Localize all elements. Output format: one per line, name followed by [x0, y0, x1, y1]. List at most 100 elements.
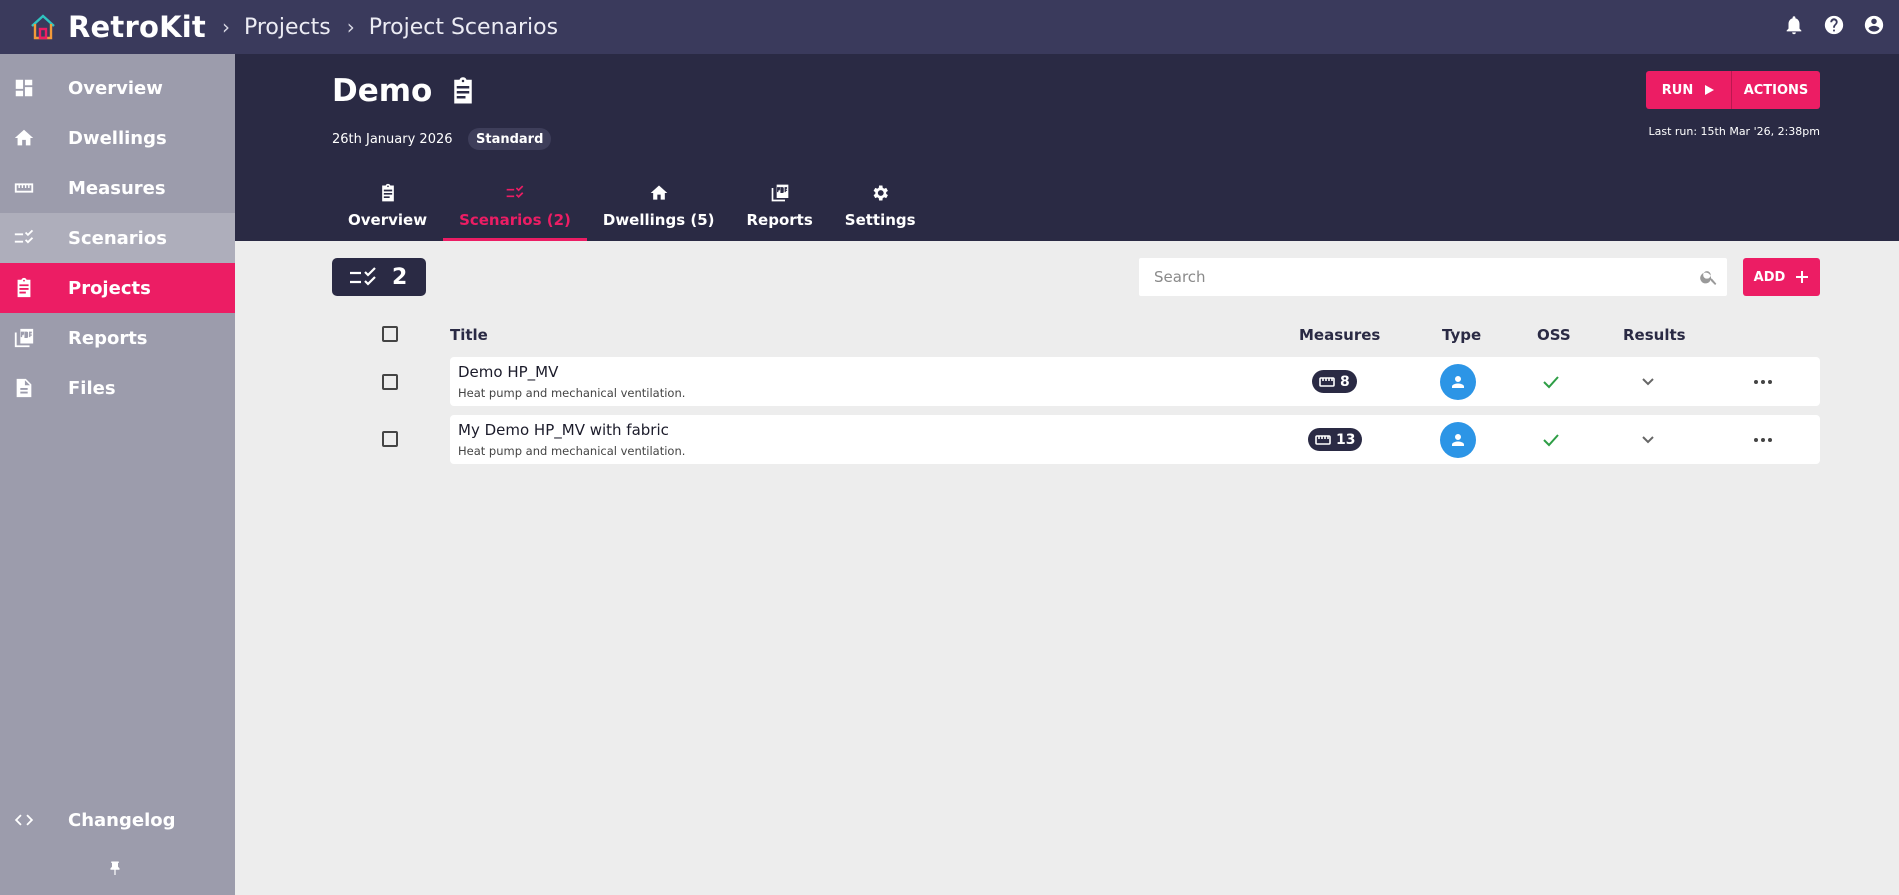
measures-count: 8 — [1340, 373, 1350, 390]
breadcrumb-project-scenarios: Project Scenarios — [368, 14, 559, 40]
person-icon — [1452, 434, 1464, 446]
search-field — [1139, 258, 1727, 296]
plus-icon — [1796, 271, 1809, 283]
sidebar-item-label: Overview — [68, 77, 163, 99]
more-options-icon[interactable] — [1753, 431, 1775, 449]
column-header-measures[interactable]: Measures — [1299, 326, 1380, 344]
scenario-description: Heat pump and mechanical ventilation. — [458, 444, 686, 458]
row-checkbox[interactable] — [382, 374, 398, 390]
person-icon — [1452, 376, 1464, 388]
column-header-type[interactable]: Type — [1442, 326, 1481, 344]
run-button-label: RUN — [1661, 82, 1694, 98]
last-run-text: Last run: 15th Mar '26, 2:38pm — [1648, 125, 1820, 138]
project-date: 26th January 2026 — [332, 132, 453, 147]
tab-label: Overview — [348, 211, 428, 229]
sidebar-item-label: Measures — [68, 177, 166, 199]
run-actions-group: RUN ACTIONS — [1646, 71, 1820, 109]
home-icon — [649, 182, 669, 204]
bell-icon[interactable] — [1781, 12, 1807, 38]
pdf-icon — [770, 182, 790, 204]
chevron-down-icon[interactable] — [1640, 373, 1658, 391]
sidebar: Overview Dwellings Measures Scenarios Pr… — [0, 54, 235, 895]
sidebar-item-label: Files — [68, 377, 116, 399]
measures-count-badge[interactable]: 8 — [1312, 370, 1357, 393]
measures-count: 13 — [1336, 431, 1356, 448]
scenario-count-chip: 2 — [332, 258, 426, 296]
sidebar-item-overview[interactable]: Overview — [0, 63, 235, 113]
add-scenario-button[interactable]: ADD — [1743, 258, 1820, 296]
project-title: Demo — [332, 73, 433, 109]
sidebar-item-projects[interactable]: Projects — [0, 263, 235, 313]
scenario-title[interactable]: Demo HP_MV — [458, 363, 558, 381]
sidebar-item-label: Dwellings — [68, 127, 167, 149]
chevron-down-icon[interactable] — [1640, 431, 1658, 449]
pin-icon[interactable] — [106, 860, 126, 880]
app-name: RetroKit — [68, 10, 206, 44]
ruler-icon — [12, 176, 36, 200]
ruler-icon — [1319, 376, 1335, 387]
oss-check-icon — [1541, 430, 1561, 450]
clipboard-icon — [378, 182, 398, 204]
app-logo[interactable]: RetroKit — [28, 10, 206, 44]
tab-reports[interactable]: Reports — [731, 179, 829, 241]
sidebar-item-reports[interactable]: Reports — [0, 313, 235, 363]
clipboard-icon — [454, 77, 473, 104]
sidebar-item-label: Reports — [68, 327, 148, 349]
sidebar-item-scenarios[interactable]: Scenarios — [0, 213, 235, 263]
column-header-title[interactable]: Title — [450, 326, 488, 344]
tab-label: Reports — [746, 211, 813, 229]
tab-label: Settings — [844, 211, 916, 229]
sidebar-item-dwellings[interactable]: Dwellings — [0, 113, 235, 163]
table-row[interactable]: My Demo HP_MV with fabric Heat pump and … — [450, 415, 1820, 464]
table-row[interactable]: Demo HP_MV Heat pump and mechanical vent… — [450, 357, 1820, 406]
project-tabs: Overview Scenarios (2) Dwellings (5) Rep… — [332, 179, 932, 241]
pdf-icon — [12, 326, 36, 350]
oss-check-icon — [1541, 372, 1561, 392]
status-badge: Standard — [468, 128, 552, 150]
type-user-avatar — [1440, 364, 1476, 400]
home-icon — [12, 126, 36, 150]
row-checkbox[interactable] — [382, 431, 398, 447]
actions-button[interactable]: ACTIONS — [1732, 71, 1820, 109]
type-user-avatar — [1440, 422, 1476, 458]
tab-settings[interactable]: Settings — [829, 179, 932, 241]
sidebar-item-files[interactable]: Files — [0, 363, 235, 413]
sidebar-item-label: Scenarios — [68, 227, 167, 249]
search-input[interactable] — [1139, 258, 1659, 296]
code-icon — [12, 808, 36, 832]
breadcrumb-separator: › — [221, 15, 230, 39]
top-bar: RetroKit › Projects › Project Scenarios — [0, 0, 1899, 54]
add-button-label: ADD — [1753, 269, 1786, 285]
tab-overview[interactable]: Overview — [332, 179, 443, 241]
account-icon[interactable] — [1861, 12, 1887, 38]
dashboard-icon — [12, 76, 36, 100]
page-title: Demo — [332, 73, 478, 109]
project-header: Demo 26th January 2026 Standard RUN ACTI… — [235, 54, 1899, 241]
breadcrumb-projects[interactable]: Projects — [244, 15, 331, 40]
run-button[interactable]: RUN — [1646, 71, 1732, 109]
tab-scenarios[interactable]: Scenarios (2) — [443, 179, 587, 241]
column-header-oss[interactable]: OSS — [1537, 326, 1571, 344]
search-icon[interactable] — [1699, 267, 1719, 287]
clipboard-icon — [12, 276, 36, 300]
sidebar-item-label: Changelog — [68, 809, 176, 831]
checklist-icon — [12, 226, 36, 250]
column-header-results[interactable]: Results — [1623, 326, 1686, 344]
help-icon[interactable] — [1821, 12, 1847, 38]
breadcrumb-separator: › — [346, 15, 355, 39]
measures-count-badge[interactable]: 13 — [1308, 428, 1363, 451]
play-icon — [1705, 85, 1715, 95]
sidebar-item-measures[interactable]: Measures — [0, 163, 235, 213]
checklist-icon — [505, 182, 525, 204]
select-all-checkbox[interactable] — [382, 326, 398, 342]
tab-label: Scenarios (2) — [459, 211, 571, 229]
retrokit-logo-icon — [31, 14, 55, 40]
scenario-count: 2 — [392, 264, 408, 290]
scenario-title[interactable]: My Demo HP_MV with fabric — [458, 421, 669, 439]
more-options-icon[interactable] — [1753, 373, 1775, 391]
sidebar-item-changelog[interactable]: Changelog — [0, 795, 235, 845]
file-icon — [12, 376, 36, 400]
tab-dwellings[interactable]: Dwellings (5) — [587, 179, 731, 241]
scenario-description: Heat pump and mechanical ventilation. — [458, 386, 686, 400]
sidebar-item-label: Projects — [68, 277, 151, 299]
